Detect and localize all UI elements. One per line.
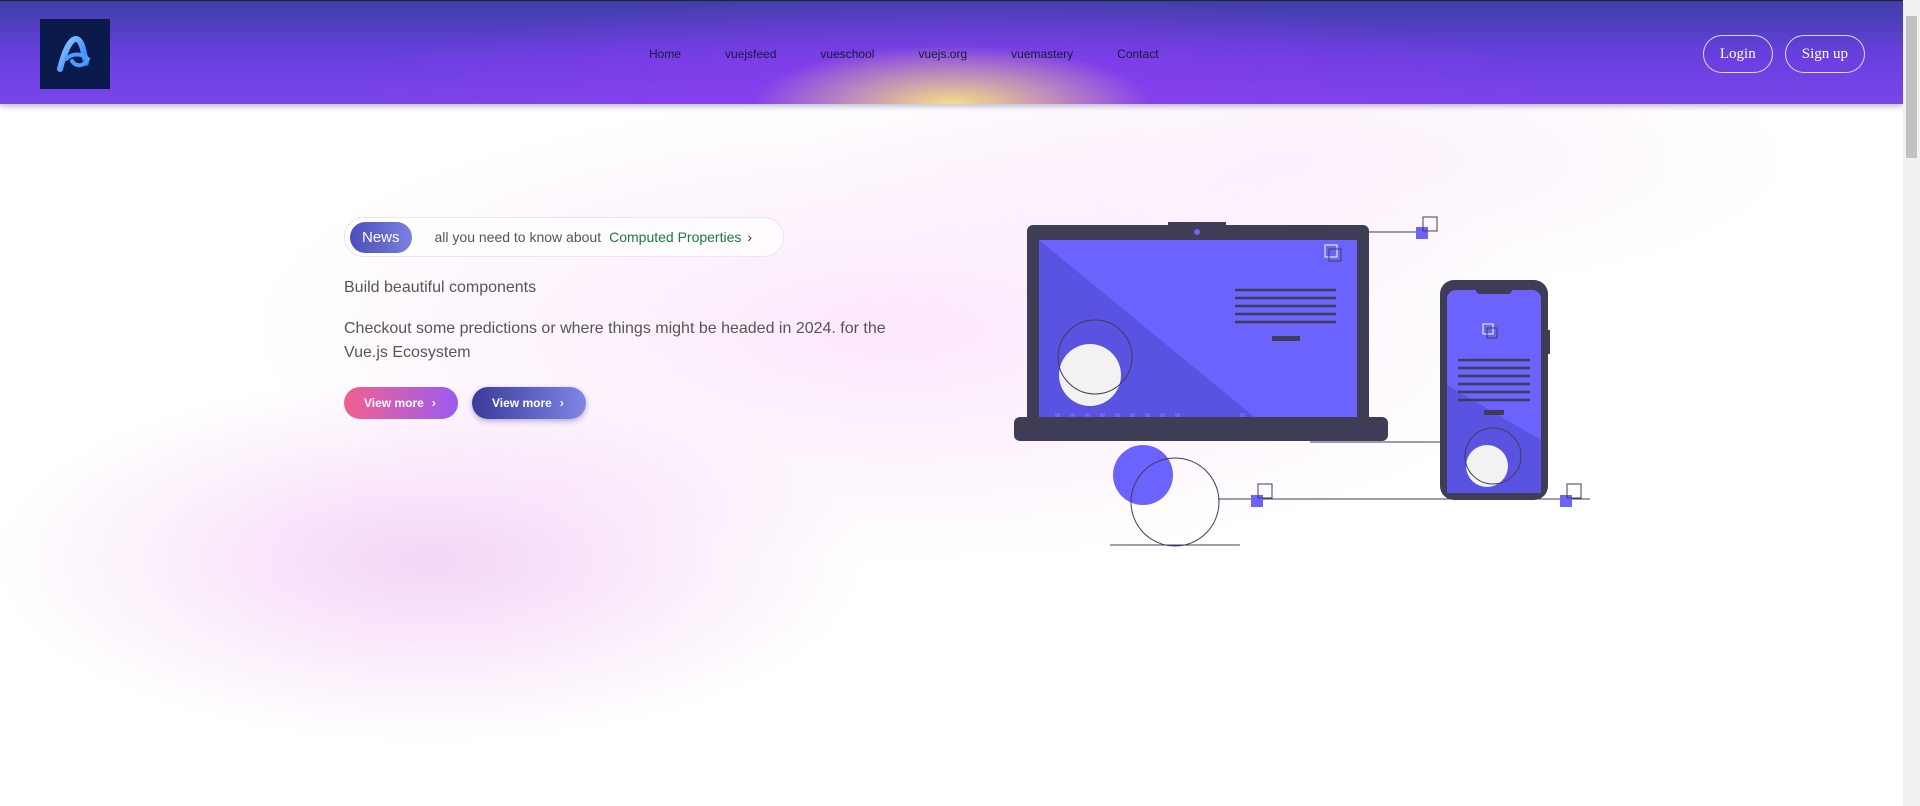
navbar: Home vuejsfeed vueschool vuejs.org vuema… (0, 0, 1903, 104)
news-link[interactable]: Computed Properties (609, 229, 741, 245)
laptop-illustration (1014, 216, 1590, 547)
nav-contact[interactable]: Contact (1117, 47, 1158, 61)
hero-description: Checkout some predictions or where thing… (344, 320, 886, 361)
scrollbar-thumb[interactable] (1906, 16, 1917, 158)
vertical-scrollbar[interactable] (1903, 0, 1920, 806)
chevron-right-icon: › (747, 229, 753, 245)
devices-illustration (1010, 210, 1610, 565)
cta-label: View more (364, 396, 424, 410)
news-pill[interactable]: News all you need to know about Computed… (344, 217, 784, 257)
chevron-right-icon: › (431, 396, 436, 410)
hero-subtitle: Build beautiful components (344, 279, 537, 296)
nav-vuemastery[interactable]: vuemastery (1011, 47, 1073, 61)
logo-icon (57, 35, 91, 72)
cta-label: View more (492, 396, 552, 410)
nav-vuejs-org[interactable]: vuejs.org (918, 47, 967, 61)
view-more-button-secondary[interactable]: View more › (472, 387, 586, 419)
cta-row: View more › View more › (344, 387, 904, 419)
hero-content: News all you need to know about Computed… (344, 217, 904, 419)
login-button[interactable]: Login (1702, 35, 1773, 73)
news-badge: News (350, 221, 412, 253)
main-nav: Home vuejsfeed vueschool vuejs.org vuema… (630, 47, 1159, 61)
background-glow (0, 0, 1903, 806)
view-more-button-primary[interactable]: View more › (344, 387, 458, 419)
signup-button[interactable]: Sign up (1784, 35, 1865, 73)
chevron-right-icon: › (559, 396, 564, 410)
auth-buttons: Login Sign up (1702, 35, 1865, 73)
nav-vueschool[interactable]: vueschool (820, 47, 874, 61)
news-text: all you need to know about (434, 229, 602, 245)
nav-vuejsfeed[interactable]: vuejsfeed (725, 47, 776, 61)
logo[interactable] (40, 19, 110, 89)
nav-home[interactable]: Home (649, 47, 681, 61)
